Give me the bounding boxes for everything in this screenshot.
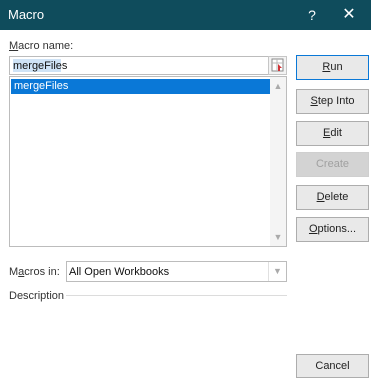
run-button[interactable]: Run	[296, 55, 369, 80]
window-title: Macro	[8, 7, 45, 22]
macro-name-label: Macro name:	[9, 40, 74, 52]
chevron-down-icon[interactable]: ▼	[268, 262, 286, 281]
macros-in-value: All Open Workbooks	[69, 266, 170, 278]
help-button[interactable]: ?	[300, 4, 324, 26]
scroll-down-icon[interactable]: ▼	[273, 232, 283, 242]
scroll-up-icon[interactable]: ▲	[273, 81, 283, 91]
close-button[interactable]: ✕	[334, 4, 364, 26]
range-select-icon	[271, 58, 284, 72]
title-bar: Macro ? ✕	[0, 0, 371, 30]
step-into-button[interactable]: Step Into	[296, 89, 369, 114]
create-button: Create	[296, 152, 369, 177]
options-button[interactable]: Options...	[296, 217, 369, 242]
macros-in-dropdown[interactable]: All Open Workbooks ▼	[66, 261, 287, 282]
macro-name-input[interactable]	[9, 56, 270, 75]
description-label: Description	[9, 290, 65, 302]
description-divider	[66, 295, 287, 296]
collapse-dialog-button[interactable]	[268, 56, 287, 75]
macros-in-label: Macros in:	[9, 266, 60, 278]
list-scrollbar[interactable]: ▲ ▼	[270, 77, 286, 246]
macro-list[interactable]: mergeFiles ▲ ▼	[9, 76, 287, 247]
macro-list-item[interactable]: mergeFiles	[11, 79, 273, 94]
edit-button[interactable]: Edit	[296, 121, 369, 146]
delete-button[interactable]: Delete	[296, 185, 369, 210]
cancel-button[interactable]: Cancel	[296, 354, 369, 378]
